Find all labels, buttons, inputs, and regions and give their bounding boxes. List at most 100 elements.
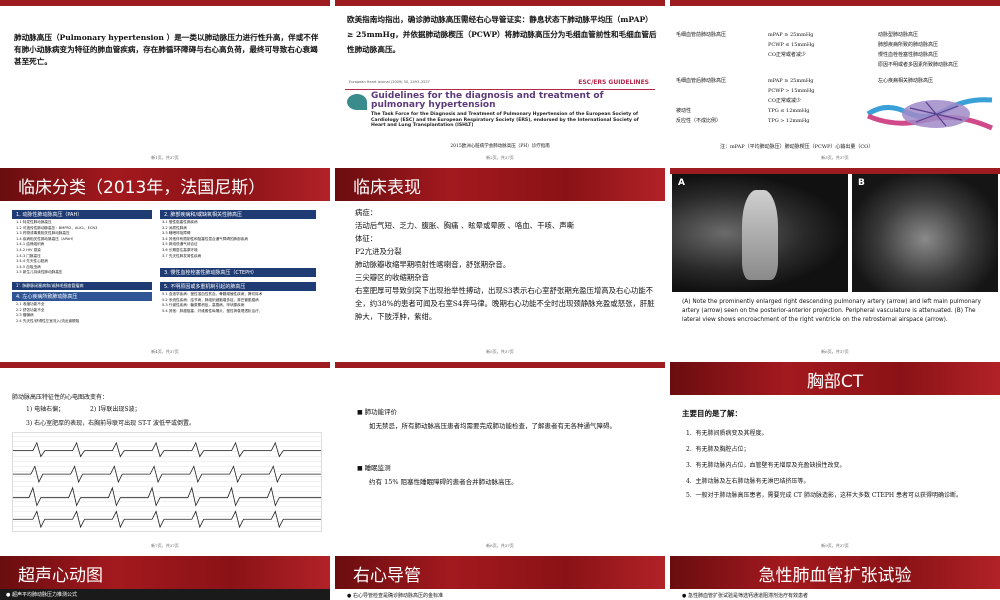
table-cell bbox=[676, 50, 768, 60]
table-cell: 肺部疾病所致的肺动脉高压 bbox=[878, 42, 939, 48]
list-item: 3) 右心室肥厚的表现，右胸前导联可出现 ST-T 波低平或倒置。 bbox=[26, 420, 196, 427]
slide-thumbnail-8[interactable]: ■ 肺功能评价 如无禁忌，所有肺动脉高压患者均需要完成肺功能检查，了解患者有无各… bbox=[335, 362, 665, 552]
class-list: 2.1 收缩功能不全 2.2 舒张功能不全 2.3 瓣膜病 2.4 先天性/获得性左室… bbox=[16, 302, 156, 324]
slide-thumbnail-7[interactable]: 肺动脉高压特征性的心电图改变有： 1) 电轴右偏； 2) Ⅰ导联出现S波； 3)… bbox=[0, 362, 330, 552]
slide-footer: 新5页，共37页 bbox=[486, 349, 514, 354]
table-row: 毛细血管后肺动脉高压 mPAP ≥ 25mmHg 左心疾病相关肺动脉高压 bbox=[676, 76, 996, 86]
esc-banner: ESC/ERS GUIDELINES bbox=[578, 79, 649, 86]
capillary-illustration bbox=[866, 97, 994, 131]
slide-thumbnail-5[interactable]: 临床表现 病症： 活动后气短、乏力、腹胀、胸痛 、眩晕或晕厥 、咯血、干咳、声嘶… bbox=[335, 168, 665, 358]
ecg-image bbox=[12, 432, 322, 532]
slide-thumbnail-1[interactable]: 肺动脉高压（Pulmonary hypertension ）是一类以肺动脉压力进… bbox=[0, 0, 330, 164]
table-cell: 被动性 bbox=[676, 108, 692, 114]
slide-title-bar: 临床表现 bbox=[335, 168, 665, 201]
heading-text: 睡眠监测 bbox=[364, 464, 391, 472]
table-cell bbox=[676, 86, 768, 96]
slide-caption: 2015欧洲心脏病学会肺动脉高压（PH）诊疗指南 bbox=[450, 144, 550, 149]
slide-thumbnail-12[interactable]: 急性肺血管扩张试验 ● 急性肺血管扩张试验是筛选钙通道阻滞剂治疗有效患者 bbox=[670, 556, 1000, 600]
slide-text: 肺动脉高压（Pulmonary hypertension ）是一类以肺动脉压力进… bbox=[14, 33, 319, 66]
slide-top-bar bbox=[0, 0, 330, 6]
slide-text: 欧美指南均指出，确诊肺动脉高压需经右心导管证实：静息状态下肺动脉平均压（mPAP… bbox=[347, 15, 657, 54]
slide-title-bar: 超声心动图 bbox=[0, 556, 330, 589]
journal-line: European Heart Journal (2009) 30, 2493–2… bbox=[349, 80, 430, 84]
table-cell: 动脉型肺动脉高压 bbox=[878, 32, 919, 38]
slide-thumbnail-10[interactable]: 超声心动图 ● 超声平均肺动脉压力推测公式 bbox=[0, 556, 330, 600]
slide-title: 急性肺血管扩张试验 bbox=[758, 566, 912, 586]
guideline-title: Guidelines for the diagnosis and treatme… bbox=[371, 91, 604, 110]
table-cell bbox=[676, 96, 768, 106]
slide-footer: 新1页，共37页 bbox=[151, 155, 179, 160]
list-item: 4. 主肺动脉及左右肺动脉有无淋巴结挤压等。 bbox=[686, 478, 810, 485]
slide-footer: 新8页，共37页 bbox=[486, 543, 514, 548]
list-item-text: 有无肺及胸腔占位； bbox=[695, 446, 750, 453]
slide-title: 超声心动图 bbox=[18, 566, 103, 586]
list-item-text: 有无肺间质病变及其程度。 bbox=[695, 430, 768, 437]
slide-thumbnail-6[interactable]: A B (A) Note the prominently enlarged ri… bbox=[670, 168, 1000, 358]
table-cell bbox=[768, 60, 878, 70]
slide-title-bar: 右心导管 bbox=[335, 556, 665, 589]
body-line: P2亢进及分裂 bbox=[355, 247, 402, 256]
slide-line: ● 超声平均肺动脉压力推测公式 bbox=[6, 592, 77, 598]
list-item: 2. 有无肺及胸腔占位； bbox=[686, 446, 750, 453]
table-cell bbox=[676, 40, 768, 50]
slide-footer: 新7页，共37页 bbox=[151, 543, 179, 548]
slide-line: ● 右心导管检查是确诊肺动脉高压的金标准 bbox=[347, 593, 443, 599]
list-item-text: 一般对于肺动脉高压患者，需要完成 CT 肺动脉造影，这样大多数 CTEPH 患者… bbox=[695, 492, 963, 499]
slide-thumbnail-3[interactable]: 毛细血管前肺动脉高压 mPAP ≥ 25mmHg 动脉型肺动脉高压 PCWP ≤ 1… bbox=[670, 0, 1000, 164]
table-row: CO正常或者减少 慢性血栓栓塞性肺动脉高压 bbox=[676, 50, 996, 60]
slide-thumbnail-2[interactable]: 欧美指南均指出，确诊肺动脉高压需经右心导管证实：静息状态下肺动脉平均压（mPAP… bbox=[335, 0, 665, 164]
slide-footer: 新3页，共37页 bbox=[821, 155, 849, 160]
heading-text: 肺功能评价 bbox=[364, 408, 398, 416]
slide-title: 右心导管 bbox=[353, 566, 421, 586]
table-cell: CO正常或减少 bbox=[768, 98, 801, 104]
xray-lateral-image: B bbox=[852, 174, 998, 292]
table-cell: mPAP ≥ 25mmHg bbox=[768, 32, 814, 38]
slide-top-bar bbox=[0, 362, 330, 368]
table-cell: 毛细血管前肺动脉高压 bbox=[676, 32, 727, 38]
slide-top-bar bbox=[670, 0, 1000, 6]
class-box: 1. 动脉性肺动脉高压（PAH） bbox=[12, 210, 152, 219]
list-item: 3.7 先天性肺发育性疾病 bbox=[162, 253, 202, 258]
mediastinum-shadow bbox=[742, 190, 778, 280]
figure-caption: (A) Note the prominently enlarged right … bbox=[682, 299, 981, 323]
slide-lead: 主要目的是了解： bbox=[682, 409, 742, 418]
list-item: 2) Ⅰ导联出现S波； bbox=[90, 406, 141, 413]
table-cell: mPAP ≥ 25mmHg bbox=[768, 78, 814, 84]
table-note: 注：mPAP（平均肺动脉压）肺动脉楔压（PCWP）心输出量（CO） bbox=[720, 144, 874, 150]
guideline-cover: European Heart Journal (2009) 30, 2493–2… bbox=[345, 78, 655, 138]
slide-title-bar: 临床分类（2013年，法国尼斯） bbox=[0, 168, 330, 201]
section-heading: ■ 肺功能评价 bbox=[357, 408, 398, 416]
slide-thumbnail-4[interactable]: 临床分类（2013年，法国尼斯） 1. 动脉性肺动脉高压（PAH） 2. 肺部疾… bbox=[0, 168, 330, 358]
slide-title-bar: 急性肺血管扩张试验 bbox=[670, 556, 1000, 589]
table-cell: PCWP ≤ 15mmHg bbox=[768, 42, 815, 48]
image-label: B bbox=[858, 178, 865, 188]
body-line: 体征： bbox=[355, 234, 378, 243]
class-box: 3. 慢性血栓栓塞性肺动脉高压（CTEPH） bbox=[160, 268, 316, 277]
slide-footer: 新9页，共37页 bbox=[821, 543, 849, 548]
table-cell: 慢性血栓栓塞性肺动脉高压 bbox=[878, 52, 939, 58]
table-cell: 毛细血管后肺动脉高压 bbox=[676, 78, 727, 84]
table-row: 毛细血管前肺动脉高压 mPAP ≥ 25mmHg 动脉型肺动脉高压 bbox=[676, 30, 996, 40]
slide-thumbnail-9[interactable]: 胸部CT 主要目的是了解： 1. 有无肺间质病变及其程度。 2. 有无肺及胸腔占… bbox=[670, 362, 1000, 552]
list-item: 3. 有无肺动脉内占位，血管壁有无增厚及充盈缺损性改变。 bbox=[686, 462, 846, 469]
list-item-text: 主肺动脉及左右肺动脉有无淋巴结挤压等。 bbox=[695, 478, 810, 485]
slide-line: ● 急性肺血管扩张试验是筛选钙通道阻滞剂治疗有效患者 bbox=[682, 593, 808, 599]
body-line: 肺动脉瓣收缩早期喷射性喀喇音，舒张期杂音。 bbox=[355, 260, 511, 269]
slide-title: 临床分类（2013年，法国尼斯） bbox=[18, 178, 266, 198]
slide-footer: 新6页，共37页 bbox=[821, 349, 849, 354]
class-box: 5. 不明原因或多重机制引起的肺高压 bbox=[160, 282, 316, 291]
table-cell: 原因不明或者多因素所致肺动脉高压 bbox=[878, 62, 959, 68]
slide-title: 临床表现 bbox=[353, 178, 421, 198]
list-item-text: 有无肺动脉内占位，血管壁有无增厚及充盈缺损性改变。 bbox=[695, 462, 846, 469]
slide-text: 肺动脉高压特征性的心电图改变有： bbox=[12, 394, 109, 401]
slide-top-bar bbox=[335, 362, 665, 368]
slide-footer: 新4页，共37页 bbox=[151, 349, 179, 354]
table-cell: CO正常或者减少 bbox=[768, 52, 806, 58]
slide-title-bar: 胸部CT bbox=[670, 362, 1000, 395]
ordered-list: 1. 有无肺间质病变及其程度。 2. 有无肺及胸腔占位； 3. 有无肺动脉内占位… bbox=[686, 426, 992, 501]
slide-thumbnail-11[interactable]: 右心导管 ● 右心导管检查是确诊肺动脉高压的金标准 bbox=[335, 556, 665, 600]
class-box: 2. 肺部疾病和/或缺氧相关性肺高压 bbox=[160, 210, 316, 219]
list-item: 5.4 其他：肿瘤阻塞，纤维素性纵隔炎，慢性肾衰竭透析治疗， bbox=[162, 308, 263, 313]
class-box: 1'. 肺静脉闭塞病和/或肺毛细血管瘤病 bbox=[12, 282, 152, 290]
table-cell: 左心疾病相关肺动脉高压 bbox=[878, 78, 934, 84]
